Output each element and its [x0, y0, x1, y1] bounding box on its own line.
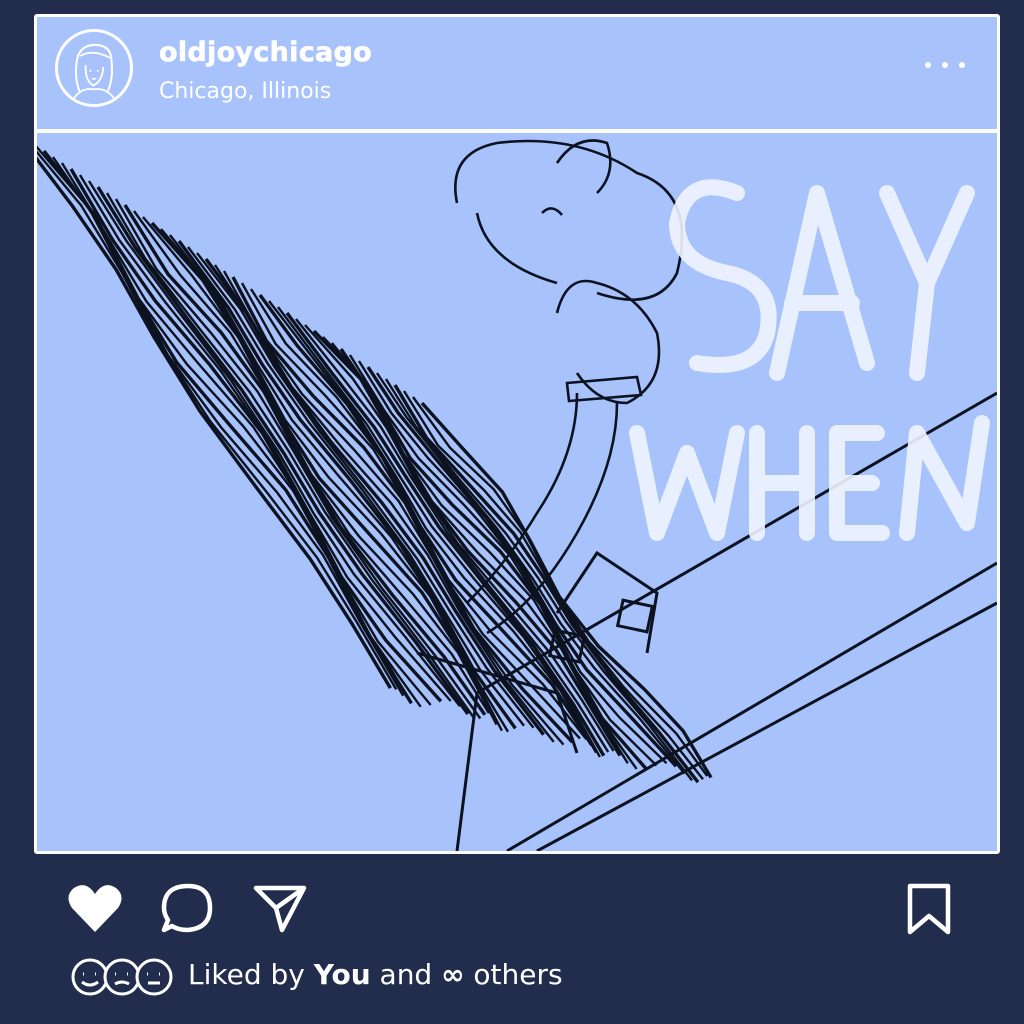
post-header: oldjoychicago Chicago, Illinois — [37, 17, 997, 133]
avatar[interactable] — [55, 29, 133, 107]
post-card: oldjoychicago Chicago, Illinois — [34, 14, 1000, 854]
hair-strand — [105, 192, 476, 720]
paper-plane-icon[interactable] — [252, 882, 308, 934]
avatar-sketch-icon — [71, 43, 117, 101]
location-label[interactable]: Chicago, Illinois — [159, 79, 331, 104]
action-bar — [0, 870, 1024, 950]
smiley-faces-icon — [71, 958, 173, 996]
bookmark-icon[interactable] — [902, 882, 956, 936]
likes-suffix: others — [473, 958, 563, 991]
likes-text: Liked by You and ∞ others — [188, 958, 563, 991]
hair-strand — [133, 210, 490, 714]
likes-summary[interactable]: Liked by You and ∞ others — [70, 952, 770, 1002]
likes-count[interactable]: ∞ — [441, 958, 464, 991]
liked-by-user[interactable]: You — [314, 958, 371, 991]
post-artwork[interactable] — [37, 133, 997, 851]
ellipsis-icon[interactable] — [925, 53, 965, 77]
likes-middle: and — [379, 958, 433, 991]
username[interactable]: oldjoychicago — [159, 37, 372, 69]
comment-bubble-icon[interactable] — [160, 882, 216, 936]
likes-prefix: Liked by — [188, 958, 305, 991]
heart-icon[interactable] — [66, 882, 124, 934]
artwork-illustration — [37, 139, 997, 851]
